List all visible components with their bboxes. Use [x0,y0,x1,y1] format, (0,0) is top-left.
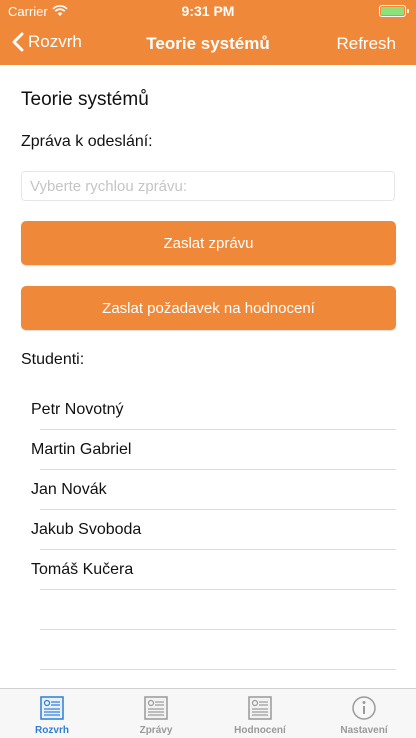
request-rating-button[interactable]: Zaslat požadavek na hodnocení [21,286,396,330]
tab-label: Nastavení [340,725,388,736]
schedule-icon [39,695,65,726]
app-header: Carrier 9:31 PM Rozvrh Teorie systémů Re… [0,0,416,65]
tab-nastaveni[interactable]: Nastavení [312,689,416,738]
empty-row [0,590,416,630]
student-row[interactable]: Jakub Svoboda [0,510,416,550]
student-name: Petr Novotný [31,401,124,418]
tab-label: Rozvrh [35,725,69,736]
send-message-button[interactable]: Zaslat zprávu [21,221,396,265]
status-time: 9:31 PM [181,3,235,19]
messages-icon [143,695,169,726]
tab-hodnoceni[interactable]: Hodnocení [208,689,312,738]
student-row[interactable]: Petr Novotný [0,390,416,430]
student-name: Martin Gabriel [31,441,132,458]
row-separator [40,669,396,670]
student-row[interactable]: Martin Gabriel [0,430,416,470]
student-row[interactable]: Jan Novák [0,470,416,510]
tab-bar: Rozvrh Zprávy Hodnocení Nastavení [0,688,416,738]
page-title: Teorie systémů [21,89,149,110]
tab-label: Zprávy [139,725,173,736]
student-row[interactable]: Tomáš Kučera [0,550,416,590]
students-label: Studenti: [21,351,85,368]
tab-label: Hodnocení [234,725,286,736]
student-name: Jan Novák [31,481,107,498]
student-name: Jakub Svoboda [31,521,142,538]
empty-row [0,630,416,670]
refresh-button[interactable]: Refresh [336,34,396,54]
student-list: Petr Novotný Martin Gabriel Jan Novák Ja… [0,390,416,670]
tab-rozvrh[interactable]: Rozvrh [0,689,104,738]
student-name: Tomáš Kučera [31,561,134,578]
tab-zpravy[interactable]: Zprávy [104,689,208,738]
battery-icon [379,5,409,17]
message-label: Zpráva k odeslání: [21,133,153,150]
rating-icon [247,695,273,726]
quick-message-input[interactable] [21,171,395,201]
status-bar: Carrier 9:31 PM [0,0,416,22]
info-icon [351,695,377,726]
navigation-bar: Rozvrh Teorie systémů Refresh [0,22,416,65]
